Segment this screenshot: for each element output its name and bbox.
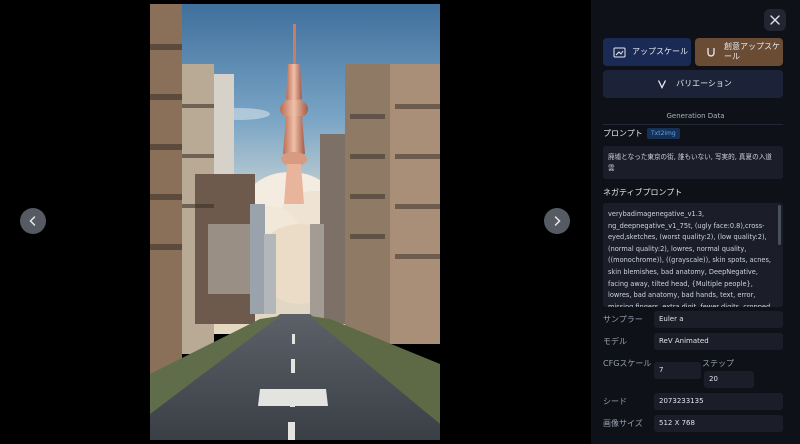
seed-label: シード bbox=[603, 397, 627, 406]
next-image-button[interactable] bbox=[544, 208, 570, 234]
seed-value: 2073233135 bbox=[654, 393, 783, 410]
v-icon bbox=[654, 76, 670, 92]
negative-prompt-label: ネガティブプロンプト bbox=[603, 188, 683, 197]
image-viewer bbox=[0, 0, 591, 444]
divider bbox=[603, 124, 783, 125]
chevron-left-icon bbox=[29, 216, 36, 226]
cfg-scale-value: 7 bbox=[654, 362, 701, 379]
generation-panel: アップスケール 創意アップスケール バリエーション Generation Dat… bbox=[591, 0, 800, 444]
close-button[interactable] bbox=[764, 9, 786, 31]
previous-image-button[interactable] bbox=[20, 208, 46, 234]
negative-prompt-text[interactable]: verybadimagenegative_v1.3, ng_deepnegati… bbox=[603, 203, 783, 307]
creative-upscale-button[interactable]: 創意アップスケール bbox=[695, 38, 783, 66]
generation-data-title: Generation Data bbox=[666, 112, 725, 120]
variation-button[interactable]: バリエーション bbox=[603, 70, 783, 98]
negative-prompt-scrollbar[interactable] bbox=[778, 205, 781, 245]
sampler-label: サンプラー bbox=[603, 315, 643, 324]
prompt-label: プロンプト bbox=[603, 129, 643, 138]
chevron-right-icon bbox=[554, 216, 561, 226]
steps-label: ステップ bbox=[702, 359, 734, 368]
generated-image bbox=[150, 4, 440, 440]
image-upscale-icon bbox=[611, 44, 627, 60]
image-size-label: 画像サイズ bbox=[603, 419, 643, 428]
prompt-mode-tag: Txt2img bbox=[647, 128, 680, 139]
model-value: ReV Animated bbox=[654, 333, 783, 350]
model-label: モデル bbox=[603, 337, 627, 346]
close-icon bbox=[770, 15, 780, 25]
prompt-text[interactable]: 廃墟となった東京の街, 誰もいない, 写実的, 真夏の入道雲 bbox=[603, 146, 783, 179]
magnet-icon bbox=[703, 44, 719, 60]
sampler-value: Euler a bbox=[654, 311, 783, 328]
image-size-value: 512 X 768 bbox=[654, 415, 783, 432]
upscale-label: アップスケール bbox=[632, 47, 688, 56]
variation-label: バリエーション bbox=[676, 79, 732, 88]
steps-value: 20 bbox=[704, 371, 754, 388]
creative-upscale-label: 創意アップスケール bbox=[724, 42, 780, 61]
upscale-button[interactable]: アップスケール bbox=[603, 38, 691, 66]
cfg-scale-label: CFGスケール bbox=[603, 359, 652, 368]
